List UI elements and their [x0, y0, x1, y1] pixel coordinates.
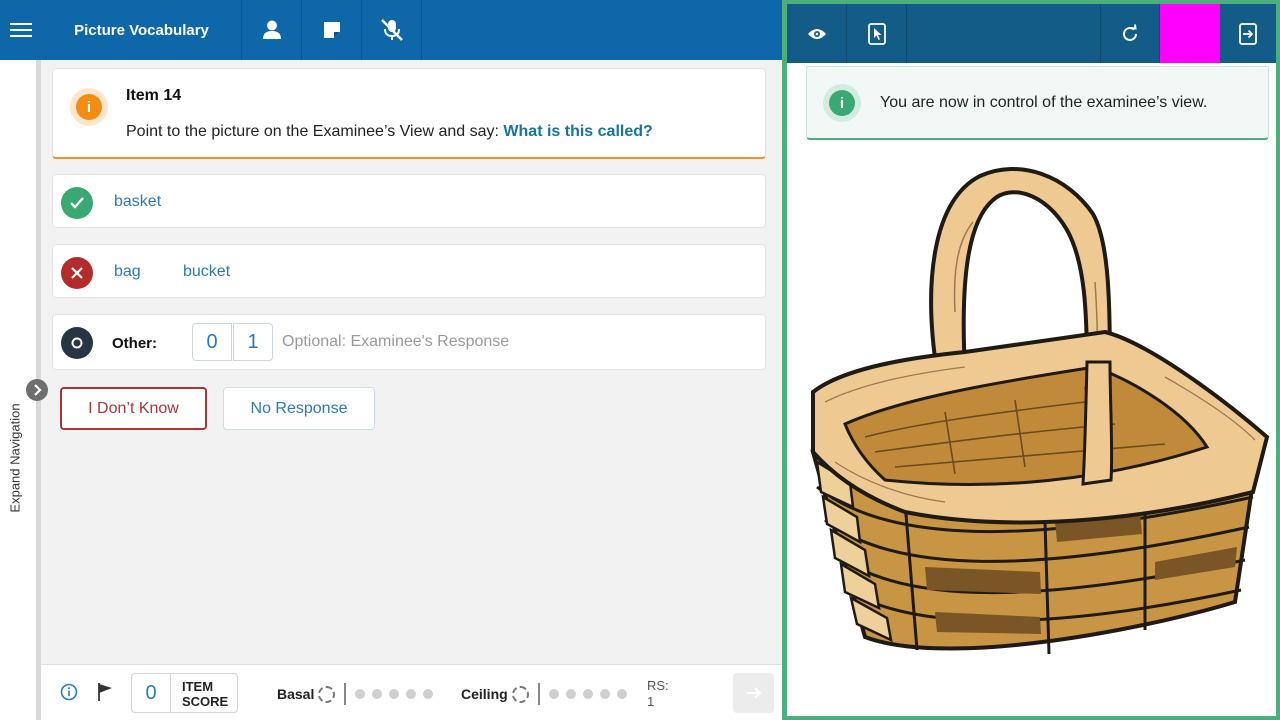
- highlighted-toolbar-button[interactable]: [1160, 4, 1220, 63]
- user-icon: [262, 20, 281, 39]
- refresh-view-button[interactable]: [1100, 4, 1160, 63]
- raw-score: RS: 1: [647, 678, 669, 710]
- examinee-view-panel: i You are now in control of the examinee…: [782, 0, 1280, 720]
- item-title: Item 14: [126, 87, 182, 104]
- item-instruction-card: i Item 14 Point to the picture on the Ex…: [52, 68, 766, 159]
- item-score-label-line2: SCORE: [182, 694, 229, 709]
- ceiling-dot: [548, 689, 559, 699]
- examinee-view-toolbar: [787, 4, 1276, 63]
- ceiling-dot: [599, 689, 610, 699]
- next-item-button[interactable]: [733, 673, 774, 713]
- no-response-button[interactable]: No Response: [223, 387, 375, 430]
- correct-check-icon: [61, 187, 93, 219]
- other-response-card: Other: 0 1: [52, 314, 766, 370]
- info-icon: i: [76, 94, 102, 120]
- basal-spinner-icon: [318, 685, 336, 703]
- item-score-value: 0: [131, 673, 171, 713]
- microphone-toggle-button[interactable]: [362, 0, 422, 60]
- dont-know-button[interactable]: I Don’t Know: [60, 387, 207, 430]
- notes-button[interactable]: [302, 0, 362, 60]
- ceiling-dot: [616, 689, 627, 699]
- preview-button[interactable]: [787, 4, 847, 63]
- incorrect-x-icon: [61, 257, 93, 289]
- raw-score-label: RS:: [647, 678, 669, 693]
- other-response-input[interactable]: [282, 323, 742, 361]
- examinee-info-button[interactable]: [242, 0, 302, 60]
- ceiling-dot: [582, 689, 593, 699]
- info-badge: i: [70, 88, 108, 126]
- test-title: Picture Vocabulary: [42, 0, 242, 60]
- basket-picture: [810, 167, 1270, 655]
- info-circle-icon: [60, 683, 78, 701]
- score-footer: 0 ITEM SCORE Basal Ceiling RS: 1: [41, 664, 782, 720]
- basal-dot: [406, 689, 417, 699]
- control-notice-text: You are now in control of the examinee’s…: [880, 94, 1208, 111]
- incorrect-response-bucket[interactable]: bucket: [183, 263, 230, 281]
- basal-dot: [423, 689, 434, 699]
- control-notice: i You are now in control of the examinee…: [806, 66, 1269, 140]
- chevron-right-icon: [34, 384, 42, 396]
- expand-navigation-label[interactable]: Expand Navigation: [8, 403, 23, 512]
- note-icon: [323, 22, 340, 38]
- tablet-pointer-icon: [867, 22, 886, 45]
- basal-label: Basal: [277, 686, 315, 702]
- incorrect-responses-card: bag bucket: [52, 244, 766, 298]
- other-circle-icon: [61, 327, 93, 359]
- item-score-label-line1: ITEM: [182, 679, 214, 694]
- exit-examinee-view-button[interactable]: [1220, 4, 1276, 63]
- flag-icon: [98, 683, 112, 701]
- basal-dot: [372, 689, 383, 699]
- item-prompt: Point to the picture on the Examinee’s V…: [126, 123, 653, 141]
- ceiling-label: Ceiling: [461, 686, 508, 702]
- raw-score-value: 1: [647, 694, 655, 709]
- item-prompt-text: Point to the picture on the Examinee’s V…: [126, 123, 504, 140]
- item-panel: i Item 14 Point to the picture on the Ex…: [41, 60, 782, 664]
- exit-icon: [1239, 22, 1257, 45]
- eye-icon: [807, 28, 826, 39]
- mic-off-icon: [380, 19, 403, 41]
- menu-icon: [10, 23, 32, 37]
- examiner-toolbar: Picture Vocabulary: [0, 0, 782, 60]
- ceiling-dot: [565, 689, 576, 699]
- menu-button[interactable]: [0, 0, 42, 60]
- correct-responses-card: basket: [52, 174, 766, 228]
- incorrect-response-bag[interactable]: bag: [114, 263, 141, 281]
- arrow-right-icon: [746, 687, 761, 699]
- footer-info-button[interactable]: [60, 683, 78, 706]
- expand-navigation-button[interactable]: [26, 379, 48, 401]
- ceiling-divider: [537, 683, 540, 705]
- basal-dot: [389, 689, 400, 699]
- item-score-label: ITEM SCORE: [171, 673, 238, 713]
- other-score-1-button[interactable]: 1: [233, 323, 273, 361]
- notice-badge: i: [823, 84, 861, 122]
- basal-indicator: Basal: [277, 683, 440, 705]
- refresh-icon: [1123, 23, 1137, 41]
- item-question: What is this called?: [503, 123, 653, 140]
- ceiling-indicator: Ceiling: [461, 683, 634, 705]
- correct-response-basket[interactable]: basket: [114, 193, 161, 211]
- other-score-0-button[interactable]: 0: [192, 323, 232, 361]
- basal-divider: [344, 683, 347, 705]
- basal-dot: [355, 689, 366, 699]
- other-label: Other:: [112, 335, 157, 352]
- control-examinee-view-button[interactable]: [847, 4, 907, 63]
- flag-item-button[interactable]: [96, 682, 114, 707]
- info-icon: i: [829, 90, 855, 116]
- ceiling-spinner-icon: [511, 685, 529, 703]
